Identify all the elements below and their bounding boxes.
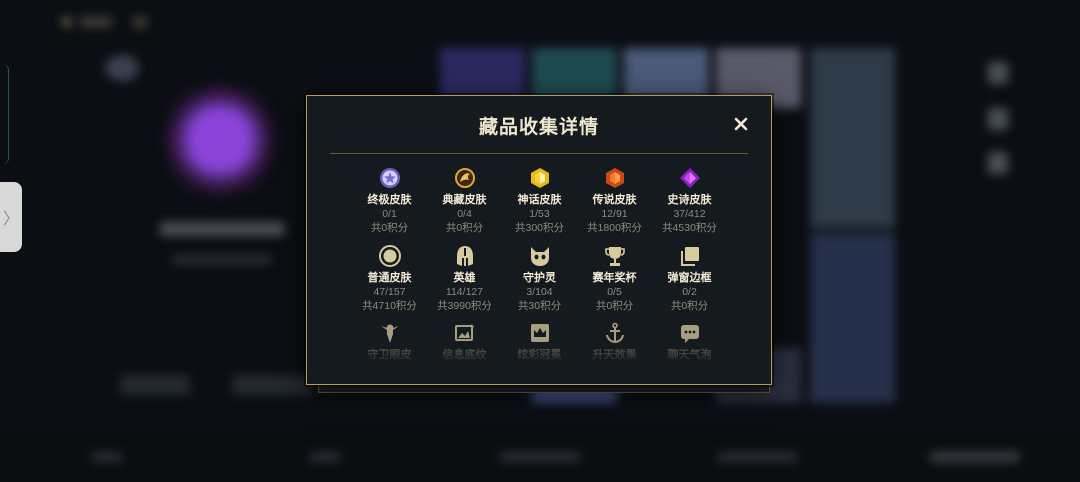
rank-emblem — [105, 55, 139, 81]
category-guardian[interactable]: 守护灵 3/104 共30积分 — [502, 244, 577, 313]
category-season-trophy[interactable]: 赛年奖杯 0/5 共0积分 — [577, 244, 652, 313]
ascend-effect-icon — [603, 321, 627, 345]
bottom-tab-bar — [0, 434, 1080, 482]
chevron-right-icon: 〉 — [2, 211, 19, 228]
category-name: 普通皮肤 — [367, 272, 412, 284]
side-drawer-handle[interactable]: 〉 — [0, 182, 22, 252]
category-name: 神话皮肤 — [517, 194, 562, 206]
category-ultimate-skin[interactable]: 终极皮肤 0/1 共0积分 — [352, 166, 427, 235]
avatar — [190, 110, 250, 170]
collection-grid-overflow-row[interactable]: 守卫眼皮 信息底纹 炫彩冠冕 升天效果 聊天气泡 — [352, 321, 728, 361]
left-edge-panel — [0, 64, 9, 164]
category-points: 共300积分 — [514, 222, 565, 234]
category-epic-skin[interactable]: 史诗皮肤 37/412 共4530积分 — [652, 166, 727, 235]
category-name: 升天效果 — [592, 349, 637, 361]
frame-icon — [678, 244, 702, 268]
top-nav — [60, 8, 146, 36]
category-count: 3/104 — [526, 286, 553, 298]
legendary-skin-icon — [603, 166, 627, 190]
category-count: 1/53 — [529, 208, 550, 220]
category-name: 信息底纹 — [442, 349, 487, 361]
category-ward-skin[interactable]: 守卫眼皮 — [352, 321, 427, 361]
category-points: 共4710积分 — [362, 300, 417, 312]
guardian-icon — [528, 244, 552, 268]
category-name: 英雄 — [453, 272, 476, 284]
category-mythic-skin[interactable]: 神话皮肤 1/53 共300积分 — [502, 166, 577, 235]
category-name: 史诗皮肤 — [667, 194, 712, 206]
category-points: 共0积分 — [670, 300, 709, 312]
category-count: 0/2 — [682, 286, 697, 298]
category-count: 12/91 — [601, 208, 628, 220]
category-prestige-skin[interactable]: 典藏皮肤 0/4 共0积分 — [427, 166, 502, 235]
category-name: 守护灵 — [523, 272, 556, 284]
modal-shadow-edge — [318, 384, 770, 393]
right-rail-icon-3 — [988, 152, 1008, 174]
category-name: 传说皮肤 — [592, 194, 637, 206]
title-divider — [330, 153, 748, 154]
category-points: 共1800积分 — [587, 222, 642, 234]
close-icon — [734, 117, 748, 131]
category-points: 共0积分 — [595, 300, 634, 312]
ward-skin-icon — [378, 321, 402, 345]
chat-bubble-icon — [678, 321, 702, 345]
category-name: 炫彩冠冕 — [517, 349, 562, 361]
prestige-skin-icon — [453, 166, 477, 190]
category-name: 弹窗边框 — [667, 272, 712, 284]
category-count: 0/1 — [382, 208, 397, 220]
category-count: 0/4 — [457, 208, 472, 220]
crown-icon — [528, 321, 552, 345]
right-rail-icon-1 — [988, 62, 1008, 84]
category-points: 共0积分 — [445, 222, 484, 234]
summoner-subtitle — [172, 255, 272, 264]
close-button[interactable] — [729, 112, 753, 136]
epic-skin-icon — [678, 166, 702, 190]
category-banner[interactable]: 信息底纹 — [427, 321, 502, 361]
ultimate-skin-icon — [378, 166, 402, 190]
category-name: 聊天气泡 — [667, 349, 712, 361]
category-standard-skin[interactable]: 普通皮肤 47/157 共4710积分 — [352, 244, 427, 313]
profile-button-left — [120, 375, 190, 395]
category-count: 114/127 — [445, 286, 484, 298]
standard-skin-icon — [378, 244, 402, 268]
profile-button-right — [232, 375, 312, 395]
category-points: 共3990积分 — [437, 300, 492, 312]
champion-helmet-icon — [453, 244, 477, 268]
mythic-skin-icon — [528, 166, 552, 190]
right-rail-icon-2 — [988, 108, 1008, 130]
category-count: 0/5 — [607, 286, 622, 298]
category-name: 终极皮肤 — [367, 194, 412, 206]
category-chat-bubble[interactable]: 聊天气泡 — [652, 321, 727, 361]
banner-icon — [453, 321, 477, 345]
category-crown[interactable]: 炫彩冠冕 — [502, 321, 577, 361]
category-champion[interactable]: 英雄 114/127 共3990积分 — [427, 244, 502, 313]
category-name: 守卫眼皮 — [367, 349, 412, 361]
trophy-icon — [603, 244, 627, 268]
category-legendary-skin[interactable]: 传说皮肤 12/91 共1800积分 — [577, 166, 652, 235]
category-points: 共0积分 — [370, 222, 409, 234]
category-count: 47/157 — [373, 286, 406, 298]
collection-grid: 终极皮肤 0/1 共0积分 典藏皮肤 0/4 共0积分 神话皮肤 1/53 共3… — [352, 166, 728, 313]
dialog-title: 藏品收集详情 — [478, 117, 599, 138]
category-points: 共30积分 — [517, 300, 562, 312]
category-points: 共4530积分 — [662, 222, 717, 234]
category-name: 典藏皮肤 — [442, 194, 487, 206]
category-count: 37/412 — [673, 208, 706, 220]
summoner-name — [160, 222, 285, 236]
category-popup-frame[interactable]: 弹窗边框 0/2 共0积分 — [652, 244, 727, 313]
collection-details-dialog: 藏品收集详情 终极皮肤 0/1 共0积分 典藏皮肤 0/4 共0积分 神话皮肤 … — [306, 95, 772, 385]
category-name: 赛年奖杯 — [592, 272, 637, 284]
category-ascend-effect[interactable]: 升天效果 — [577, 321, 652, 361]
